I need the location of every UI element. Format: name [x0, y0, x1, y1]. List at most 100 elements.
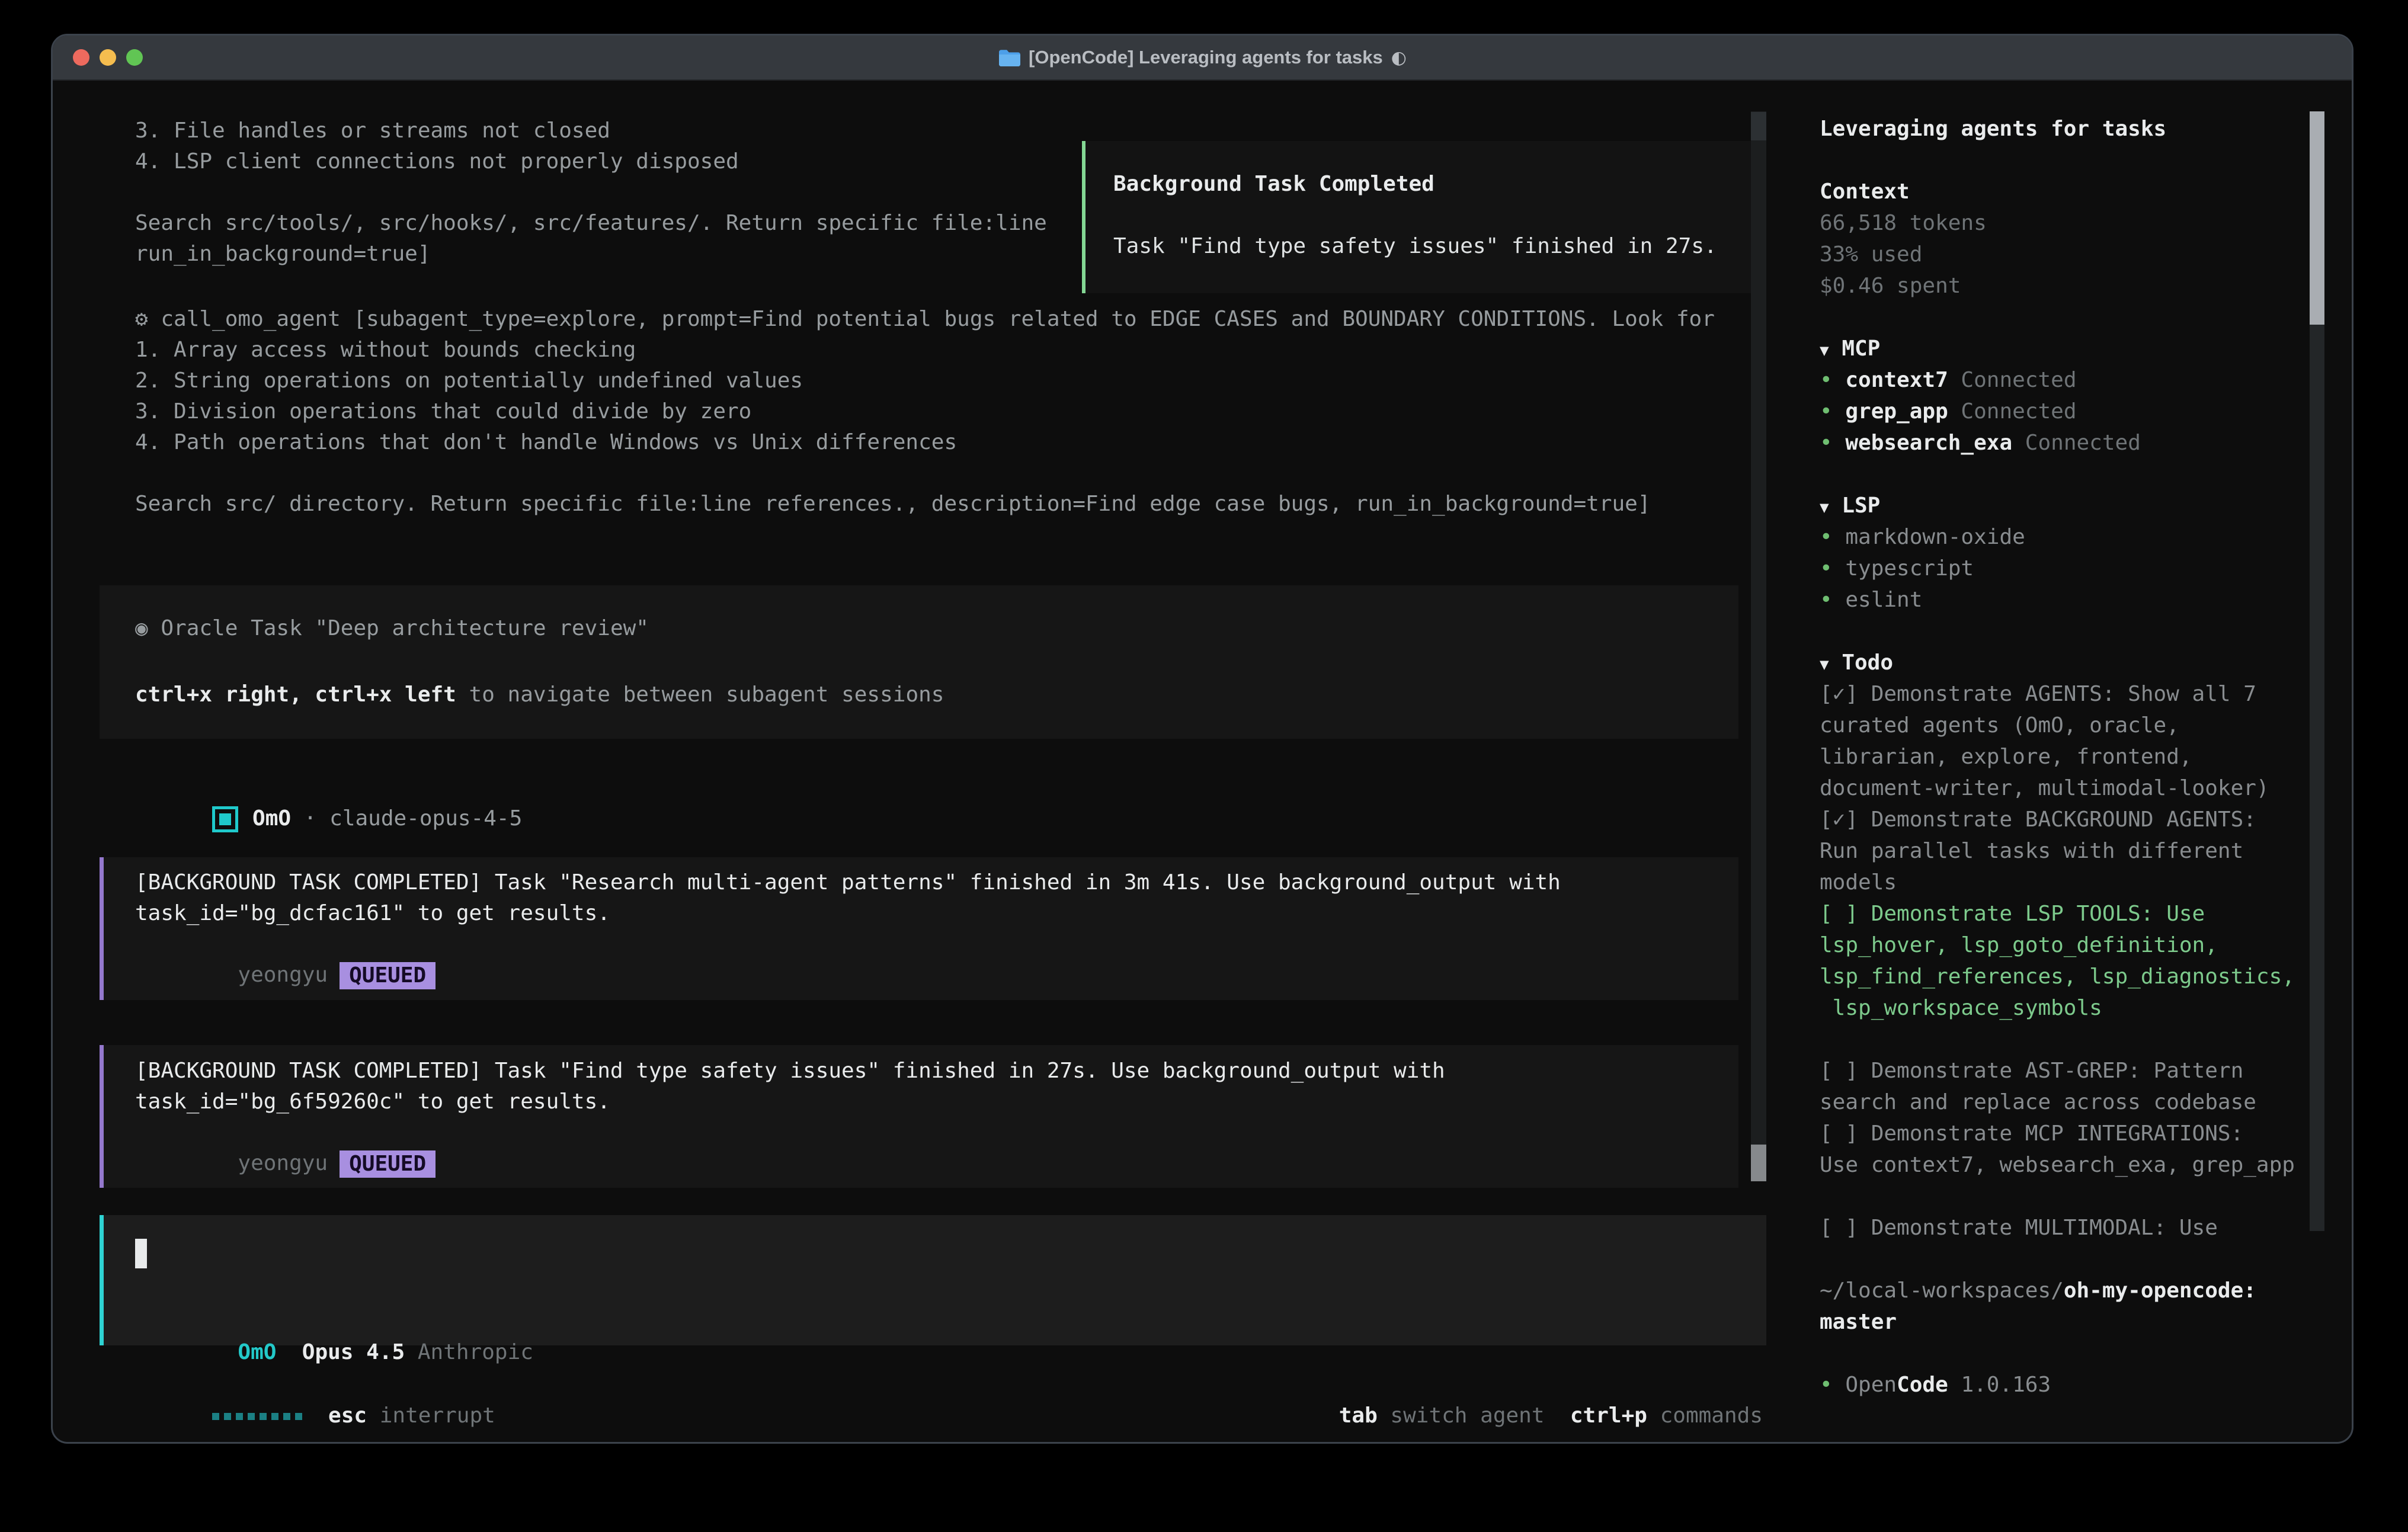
path-prefix: ~/local-workspaces/ — [1820, 1278, 2064, 1303]
todo-line: Use context7, websearch_exa, grep_app — [1820, 1149, 2311, 1181]
todo-line — [1820, 1181, 2311, 1212]
mcp-item: • websearch_exa Connected — [1820, 427, 2311, 459]
git-branch: master — [1820, 1306, 2311, 1338]
agent-call-lines: 1. Array access without bounds checking2… — [135, 335, 1715, 520]
todo-section-header[interactable]: ▼ Todo — [1820, 647, 2311, 678]
task-message-meta: yeongyuQUEUED — [135, 1117, 436, 1148]
keybinding-hint-rest: to navigate between subagent sessions — [456, 682, 944, 707]
minimize-window-button[interactable] — [100, 49, 116, 66]
todo-line: [ ] Demonstrate MULTIMODAL: Use — [1820, 1212, 2311, 1243]
lsp-item-name: typescript — [1845, 556, 1974, 581]
statusbar-right: tab switch agent ctrl+p commands — [1262, 1370, 1763, 1400]
agent-call-block: ⚙ call_omo_agent [subagent_type=explore,… — [135, 304, 1715, 520]
app-name-bold: Code — [1897, 1373, 1948, 1397]
agent-model-text: claude-opus-4-5 — [329, 806, 522, 831]
todo-line: curated agents (OmO, oracle, — [1820, 710, 2311, 741]
background-task-message: [BACKGROUND TASK COMPLETED] Task "Find t… — [100, 1045, 1738, 1188]
working-indicator-dots — [212, 1413, 302, 1420]
esc-key-label: interrupt — [367, 1403, 495, 1428]
chevron-down-icon: ▼ — [1820, 656, 1829, 674]
mcp-item-status: Connected — [2012, 431, 2141, 455]
working-dot — [248, 1413, 255, 1420]
lsp-item: • eslint — [1820, 584, 2311, 616]
todo-line: lsp_hover, lsp_goto_definition, — [1820, 930, 2311, 961]
background-task-toast: Background Task Completed Task "Find typ… — [1082, 141, 1766, 293]
chevron-down-icon: ▼ — [1820, 499, 1829, 517]
mcp-section-header[interactable]: ▼ MCP — [1820, 333, 2311, 364]
input-agent-name: OmO — [238, 1340, 276, 1364]
bullet-icon: • — [1820, 431, 1845, 455]
todo-list: [✓] Demonstrate AGENTS: Show all 7curate… — [1820, 678, 2311, 1243]
tab-key-label: switch agent — [1378, 1403, 1545, 1428]
transcript-line: 1. Array access without bounds checking — [135, 335, 1715, 366]
bullet-icon: • — [1820, 1373, 1845, 1397]
separator-dot — [291, 806, 304, 831]
lsp-item-name: eslint — [1845, 588, 1922, 612]
screen: [OpenCode] Leveraging agents for tasks ◐… — [0, 0, 2408, 1532]
zoom-window-button[interactable] — [126, 49, 143, 66]
context-tokens: 66,518 tokens — [1820, 207, 2311, 239]
working-dot — [295, 1413, 302, 1420]
task-message-line2: task_id="bg_dcfac161" to get results. — [135, 898, 610, 929]
agent-model — [316, 806, 329, 831]
sidebar: Leveraging agents for tasks Context 66,5… — [1820, 113, 2311, 1400]
agent-call-head-text: call_omo_agent [subagent_type=explore, p… — [148, 307, 1715, 331]
background-task-message: [BACKGROUND TASK COMPLETED] Task "Resear… — [100, 857, 1738, 1000]
mcp-list: • context7 Connected• grep_app Connected… — [1820, 364, 2311, 459]
mcp-heading: MCP — [1829, 336, 1881, 361]
lsp-item: • markdown-oxide — [1820, 521, 2311, 553]
mcp-item: • context7 Connected — [1820, 364, 2311, 396]
toast-body: Task "Find type safety issues" finished … — [1113, 231, 1717, 262]
main-scrollbar-thumb[interactable] — [1751, 1145, 1766, 1181]
path-repo: oh-my-opencode: — [2064, 1278, 2256, 1303]
queued-badge: QUEUED — [340, 1150, 436, 1178]
session-state-icon: ◐ — [1391, 47, 1407, 68]
task-message-meta: yeongyuQUEUED — [135, 929, 436, 960]
lsp-list: • markdown-oxide• typescript• eslint — [1820, 521, 2311, 616]
working-dot — [236, 1413, 243, 1420]
task-user: yeongyu — [238, 1151, 328, 1175]
transcript-line: 4. LSP client connections not properly d… — [135, 146, 1047, 177]
input-provider-name: Anthropic — [418, 1340, 533, 1364]
context-used: 33% used — [1820, 239, 2311, 270]
task-message-line1: [BACKGROUND TASK COMPLETED] Task "Find t… — [135, 1056, 1445, 1086]
transcript-line — [135, 177, 1047, 208]
agent-square-icon — [212, 806, 238, 832]
todo-line: librarian, explore, frontend, — [1820, 741, 2311, 773]
task-message-line1: [BACKGROUND TASK COMPLETED] Task "Resear… — [135, 867, 1561, 898]
bullet-icon: • — [1820, 588, 1845, 612]
input-model-name[interactable]: Opus 4.5 — [302, 1340, 405, 1364]
working-dot — [224, 1413, 231, 1420]
spacer-line — [1820, 616, 2311, 647]
transcript-line: 3. File handles or streams not closed — [135, 116, 1047, 146]
context-spent: $0.46 spent — [1820, 270, 2311, 302]
bullet-icon: • — [1820, 556, 1845, 581]
oracle-task-title-text: Oracle Task "Deep architecture review" — [148, 616, 649, 640]
terminal-window: [OpenCode] Leveraging agents for tasks ◐… — [51, 34, 2353, 1444]
spacer-line — [1820, 145, 2311, 176]
workspace-path: ~/local-workspaces/oh-my-opencode: — [1820, 1275, 2311, 1306]
folder-icon — [998, 49, 1020, 66]
transcript-block-leaks: 3. File handles or streams not closed4. … — [135, 116, 1047, 270]
mcp-item-status: Connected — [1948, 399, 2077, 424]
session-title: Leveraging agents for tasks — [1820, 113, 2311, 145]
app-name-dim: Open — [1845, 1373, 1897, 1397]
lsp-section-header[interactable]: ▼ LSP — [1820, 490, 2311, 521]
working-dot — [283, 1413, 290, 1420]
statusbar-left: esc interrupt — [135, 1370, 495, 1400]
spacer-line — [1820, 1243, 2311, 1275]
prompt-input[interactable]: OmO Opus 4.5 Anthropic — [100, 1215, 1766, 1345]
mcp-item-status: Connected — [1948, 368, 2077, 392]
sidebar-scrollbar-thumb[interactable] — [2310, 111, 2324, 325]
queued-badge: QUEUED — [340, 962, 436, 989]
close-window-button[interactable] — [73, 49, 89, 66]
mcp-item: • grep_app Connected — [1820, 396, 2311, 427]
main-scrollbar-track[interactable] — [1751, 111, 1766, 1181]
todo-line: [✓] Demonstrate BACKGROUND AGENTS: — [1820, 804, 2311, 835]
working-dot — [271, 1413, 278, 1420]
agent-name: OmO — [252, 806, 291, 831]
todo-line: [ ] Demonstrate LSP TOOLS: Use — [1820, 898, 2311, 930]
bullet-icon: • — [1820, 368, 1845, 392]
task-message-line2: task_id="bg_6f59260c" to get results. — [135, 1086, 610, 1117]
bullet-icon: • — [1820, 399, 1845, 424]
